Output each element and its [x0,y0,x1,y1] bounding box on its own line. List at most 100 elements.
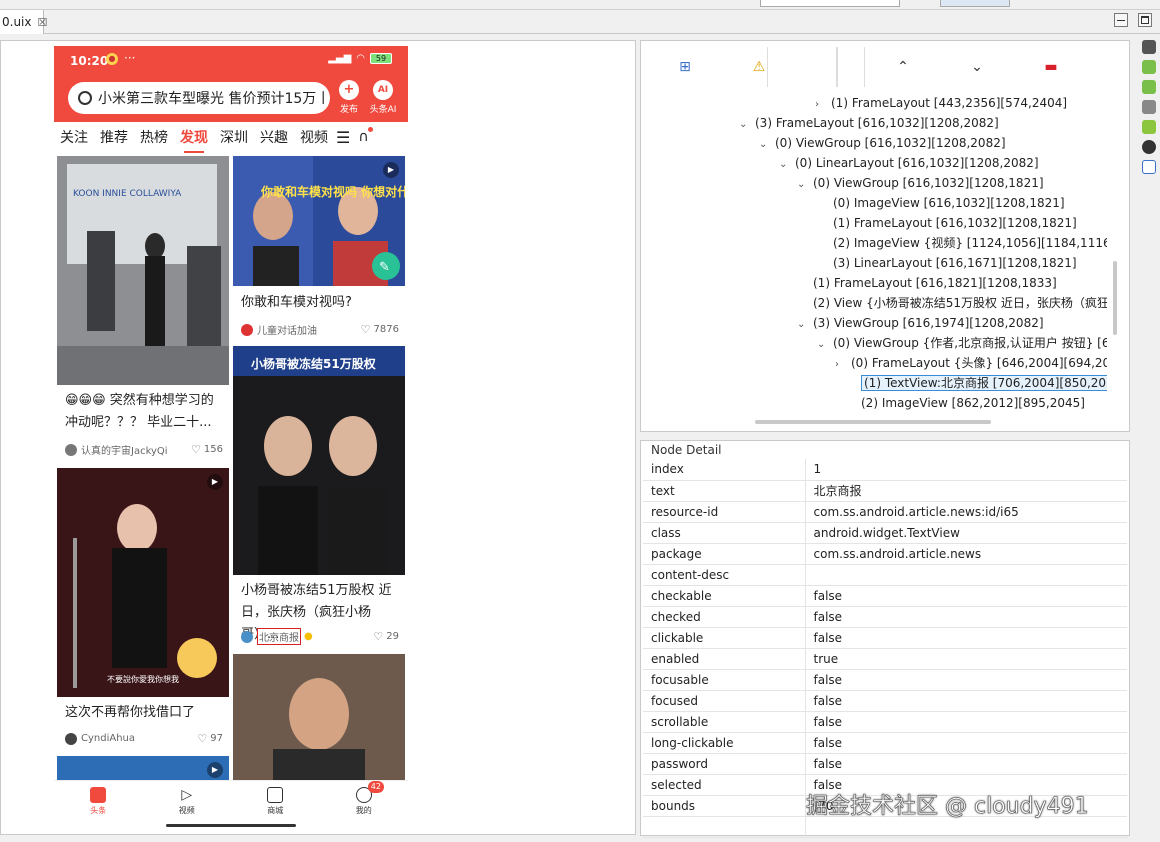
window-icon[interactable] [1142,160,1156,174]
publish-button[interactable]: + 发布 [332,80,366,115]
node-detail-panel: Node Detail index 1 text 北京商报 resource-id com… [640,440,1130,838]
expand-arrow-icon[interactable]: ⌄ [817,335,833,355]
tab-shenzhen[interactable]: 深圳 [214,127,254,147]
tree-node[interactable]: ⌄ (0) ViewGroup [616,1032][1208,2082] [759,133,1006,153]
ai-button[interactable]: AI 头条AI [366,80,400,115]
tree-node[interactable]: ⌄ (3) ViewGroup [616,1974][1208,2082] [797,313,1044,333]
node-tree[interactable]: › (1) FrameLayout [443,2356][574,2404] ⌄ (3… [649,93,1107,415]
tree-node-label: (1) FrameLayout [443,2356][574,2404] [831,96,1068,110]
detail-row[interactable]: clickable false [643,627,1127,649]
tree-node[interactable]: (2) ImageView {视频} [1124,1056][1184,1116… [817,233,1107,253]
down-arrow-icon[interactable]: ⌄ [963,53,991,81]
detail-row[interactable]: text 北京商报 [643,480,1127,502]
tab-recommend[interactable]: 推荐 [94,127,134,147]
heart-icon: ♡ [373,630,384,643]
tab-video[interactable]: 视频 [294,127,334,147]
feed-card[interactable] [233,654,405,780]
like-count-wrap[interactable]: ♡ 156 [191,443,223,456]
cylinder-icon[interactable] [1142,60,1156,74]
expand-arrow-icon[interactable]: ⌄ [759,135,775,155]
feed-card[interactable]: KOON INNIE COLLAWIYA 😁😁😁 突然有种想学习的冲动呢？？？ … [57,156,229,462]
up-arrow-icon[interactable]: ⌃ [889,53,917,81]
nav-mine[interactable]: 我的 42 [334,781,394,820]
feed-card[interactable]: 小杨哥被冻结51万股权 小杨哥被冻结51万股权 近日，张庆杨（疯狂小杨哥）...… [233,346,405,648]
detail-row[interactable]: long-clickable false [643,732,1127,754]
detail-row[interactable]: focused false [643,690,1127,712]
detail-key: enabled [643,648,806,670]
nav-home[interactable]: 头条 [68,781,128,820]
tree-node[interactable]: ⌄ (0) LinearLayout [616,1032][1208,2082] [779,153,1039,173]
detail-value: false [805,690,1127,712]
avatar [65,732,77,745]
phone-screenshot[interactable]: 10:20 ● ··· ▂▄▆ ◠ 59 小米第三款车型曝光 售价预计15万丨 … [54,46,408,830]
android-icon[interactable] [1142,120,1156,134]
tree-node-selected[interactable]: (1) TextView:北京商报 [706,2004][850,2052] [845,373,1107,393]
headphone-icon[interactable]: ∩ [358,127,373,145]
tree-node[interactable]: (0) ImageView [616,1032][1208,1821] [817,193,1065,213]
feed-card[interactable]: 不要說你愛我你想我 ▶ 这次不再帮你找借口了 CyndiAhua ♡ 97 [57,468,229,750]
detail-value: com.ss.android.article.news [805,543,1127,565]
like-count-wrap[interactable]: ♡ 7876 [361,323,399,336]
tab-discover[interactable]: 发现 [174,127,214,153]
cylinder-icon[interactable] [1142,80,1156,94]
status-bar: 10:20 ● ··· ▂▄▆ ◠ 59 [54,46,408,76]
expand-all-icon[interactable]: ⊞ [671,53,699,81]
edit-icon[interactable]: ✎ [379,260,390,275]
tree-node[interactable]: (3) LinearLayout [616,1671][1208,1821] [817,253,1077,273]
tree-node[interactable]: (1) FrameLayout [616,1032][1208,1821] [817,213,1077,233]
detail-key: index [643,459,806,481]
expand-arrow-icon[interactable]: › [815,95,831,115]
detail-row[interactable]: content-desc [643,564,1127,586]
nav-video[interactable]: ▷ 视频 [157,781,217,820]
tree-node[interactable]: › (1) FrameLayout [443,2356][574,2404] [815,93,1067,113]
home-indicator [166,824,296,827]
tree-node[interactable]: ⌄ (3) FrameLayout [616,1032][1208,2082] [739,113,999,133]
expand-arrow-icon[interactable]: › [835,355,851,375]
detail-row[interactable]: resource-id com.ss.android.article.news:i… [643,501,1127,523]
tab-follow[interactable]: 关注 [54,127,94,147]
detail-row[interactable]: scrollable false [643,711,1127,733]
detail-row[interactable]: enabled true [643,648,1127,670]
tab-interest[interactable]: 兴趣 [254,127,294,147]
expand-arrow-icon[interactable]: ⌄ [797,315,813,335]
detail-key: selected [643,774,806,796]
feed-card[interactable]: 你敢和车模对视吗 你想对什么？ 秀不起！ ✎ ▶ 你敢和车模对视吗? 儿童对话加… [233,156,405,342]
file-tab[interactable]: 0.uix ☒ [0,10,47,34]
wifi-icon[interactable] [1142,100,1156,114]
close-icon[interactable]: ☒ [38,16,48,29]
detail-row[interactable]: password false [643,753,1127,775]
nav-mall[interactable]: 商城 [245,781,305,820]
tree-node[interactable]: ⌄ (0) ViewGroup {作者,北京商报,认证用户 按钮} [64 [817,333,1107,353]
device-icon[interactable] [1142,140,1156,154]
tab-hot[interactable]: 热榜 [134,127,174,147]
detail-row[interactable]: class android.widget.TextView [643,522,1127,544]
horizontal-scrollbar[interactable] [755,420,991,424]
tool-icon[interactable] [1142,40,1156,54]
node-detail-header: Node Detail [651,443,722,457]
detail-row[interactable]: focusable false [643,669,1127,691]
tree-node[interactable]: (2) View {小杨哥被冻结51万股权 近日，张庆杨（疯狂 [797,293,1107,313]
expand-arrow-icon[interactable]: ⌄ [739,115,755,135]
feed-card[interactable]: ▶ [57,756,229,780]
minimize-icon[interactable] [1114,13,1128,27]
tree-node[interactable]: ⌄ (0) ViewGroup [616,1032][1208,1821] [797,173,1044,193]
detail-row[interactable]: checkable false [643,585,1127,607]
detail-row[interactable]: checked false [643,606,1127,628]
maximize-icon[interactable] [1138,13,1152,27]
like-count-wrap[interactable]: ♡ 97 [197,732,223,745]
vertical-scrollbar[interactable] [1113,261,1117,335]
like-count-wrap[interactable]: ♡ 29 [373,630,399,643]
search-input[interactable]: 小米第三款车型曝光 售价预计15万丨 [68,82,330,114]
remove-icon[interactable]: ▬ [1037,53,1065,81]
detail-row[interactable]: index 1 [643,459,1127,481]
tree-node[interactable]: (2) ImageView [862,2012][895,2045] [845,393,1085,413]
tree-node[interactable]: › (0) FrameLayout {头像} [646,2004][694,205… [835,353,1107,373]
top-field-2[interactable] [940,0,1010,7]
detail-row[interactable]: package com.ss.android.article.news [643,543,1127,565]
detail-value: true [805,648,1127,670]
menu-icon[interactable]: ☰ [336,128,350,147]
expand-arrow-icon[interactable]: ⌄ [797,175,813,195]
tree-node[interactable]: (1) FrameLayout [616,1821][1208,1833] [797,273,1057,293]
expand-arrow-icon[interactable]: ⌄ [779,155,795,175]
top-field[interactable] [760,0,900,7]
